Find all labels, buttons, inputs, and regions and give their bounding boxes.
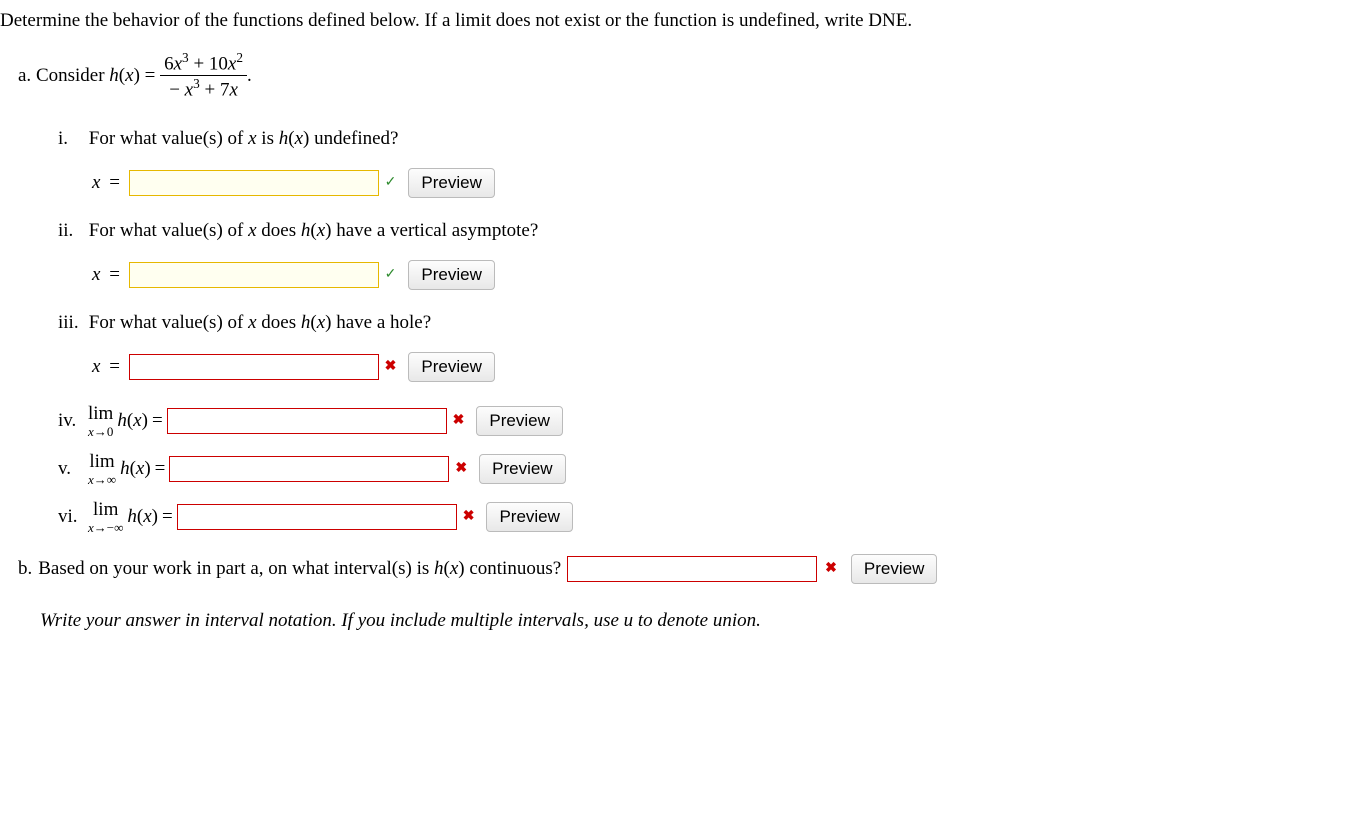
part-b-text: Based on your work in part a, on what in…: [38, 558, 561, 580]
input-v[interactable]: [169, 456, 449, 482]
func-name: h: [109, 65, 119, 87]
input-iii[interactable]: [129, 354, 379, 380]
cross-icon: ✖: [825, 560, 837, 577]
roman-iii: iii.: [58, 312, 84, 334]
intro-text: Determine the behavior of the functions …: [0, 10, 1370, 32]
roman-ii: ii.: [58, 220, 84, 242]
preview-button-i[interactable]: Preview: [408, 168, 494, 198]
cross-icon: ✖: [385, 358, 397, 375]
cross-icon: ✖: [453, 412, 465, 429]
preview-button-ii[interactable]: Preview: [408, 260, 494, 290]
preview-button-iii[interactable]: Preview: [408, 352, 494, 382]
preview-button-v[interactable]: Preview: [479, 454, 565, 484]
roman-v: v.: [58, 458, 84, 480]
question-ii: ii. For what value(s) of x does h(x) hav…: [58, 220, 1370, 290]
question-vi: vi. lim x→−∞ h(x) = ✖ Preview: [58, 500, 1370, 534]
question-iii: iii. For what value(s) of x does h(x) ha…: [58, 312, 1370, 382]
preview-button-vi[interactable]: Preview: [486, 502, 572, 532]
part-b-label: b.: [18, 558, 32, 580]
part-b: b. Based on your work in part a, on what…: [18, 554, 1370, 584]
prefix-i: x: [92, 172, 100, 194]
fraction: 6x3 + 10x2 − x3 + 7x: [160, 50, 247, 102]
question-i: i. For what value(s) of x is h(x) undefi…: [58, 128, 1370, 198]
question-iv: iv. lim x→0 h(x) = ✖ Preview: [58, 404, 1370, 438]
roman-vi: vi.: [58, 506, 84, 528]
input-iv[interactable]: [167, 408, 447, 434]
input-vi[interactable]: [177, 504, 457, 530]
hint-text: Write your answer in interval notation. …: [40, 610, 1370, 632]
roman-iv: iv.: [58, 410, 84, 432]
roman-i: i.: [58, 128, 84, 150]
part-a-label: a.: [18, 65, 31, 87]
prefix-ii: x: [92, 264, 100, 286]
limit-v: lim x→∞: [88, 452, 116, 486]
cross-icon: ✖: [463, 508, 475, 525]
input-ii[interactable]: [129, 262, 379, 288]
question-v: v. lim x→∞ h(x) = ✖ Preview: [58, 452, 1370, 486]
part-a-lead: Consider: [36, 65, 105, 87]
cross-icon: ✖: [455, 460, 467, 477]
input-i[interactable]: [129, 170, 379, 196]
part-a-header: a. Consider h(x) = 6x3 + 10x2 − x3 + 7x …: [18, 50, 1370, 102]
input-b[interactable]: [567, 556, 817, 582]
limit-vi: lim x→−∞: [88, 500, 123, 534]
preview-button-b[interactable]: Preview: [851, 554, 937, 584]
preview-button-iv[interactable]: Preview: [476, 406, 562, 436]
check-icon: ✓: [385, 174, 397, 191]
period: .: [247, 65, 252, 87]
check-icon: ✓: [385, 266, 397, 283]
limit-iv: lim x→0: [88, 404, 113, 438]
prefix-iii: x: [92, 356, 100, 378]
